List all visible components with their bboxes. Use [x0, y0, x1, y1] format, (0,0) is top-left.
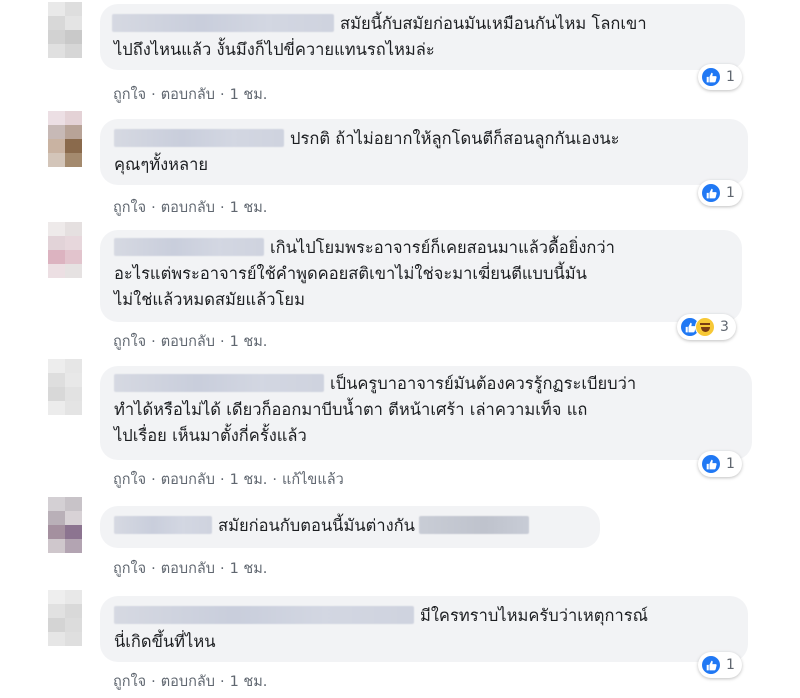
reaction-count: 3 [720, 319, 729, 335]
avatar[interactable] [48, 359, 82, 415]
separator: · [219, 200, 225, 216]
timestamp[interactable]: 1 ชม. [230, 200, 268, 216]
comment-actions: ถูกใจ · ตอบกลับ · 1 ชม. [113, 557, 267, 580]
commenter-name[interactable] [114, 516, 212, 534]
comment-bubble: สมัยก่อนกับตอนนี้มันต่างกัน [100, 506, 600, 548]
comment-actions: ถูกใจ · ตอบกลับ · 1 ชม. [113, 670, 267, 693]
avatar[interactable] [48, 497, 82, 553]
separator: · [219, 674, 225, 690]
like-link[interactable]: ถูกใจ [113, 472, 146, 488]
reaction-summary[interactable]: 1 [698, 451, 742, 477]
reply-link[interactable]: ตอบกลับ [161, 472, 215, 488]
like-link[interactable]: ถูกใจ [113, 674, 146, 690]
commenter-name[interactable] [114, 606, 414, 624]
comment-text-line: คุณๆทั้งหลาย [114, 155, 209, 174]
reaction-summary[interactable]: 1 [698, 180, 742, 206]
tagged-name[interactable] [418, 516, 529, 534]
separator: · [151, 561, 156, 577]
like-link[interactable]: ถูกใจ [113, 200, 146, 216]
separator: · [219, 334, 225, 350]
commenter-name[interactable] [114, 374, 324, 392]
comment-text-line: สมัยนี้กับสมัยก่อนมันเหมือนกันไหม โลกเขา [340, 14, 647, 33]
reaction-count: 1 [726, 456, 735, 472]
like-icon [701, 655, 721, 675]
comment-actions: ถูกใจ · ตอบกลับ · 1 ชม. · แก้ไขแล้ว [113, 468, 344, 491]
haha-icon [695, 317, 715, 337]
comment-bubble: สมัยนี้กับสมัยก่อนมันเหมือนกันไหม โลกเขา… [100, 4, 745, 70]
timestamp[interactable]: 1 ชม. [230, 674, 268, 690]
comment-text-line: อะไรแต่พระอาจารย์ใช้คำพูดคอยสติเขาไม่ใช่… [114, 264, 587, 283]
comment-text-line: สมัยก่อนกับตอนนี้มันต่างกัน [218, 516, 415, 535]
comment-text-line: ไม่ใช่แล้วหมดสมัยแล้วโยม [114, 290, 305, 309]
like-link[interactable]: ถูกใจ [113, 334, 146, 350]
separator: · [219, 561, 225, 577]
reaction-summary[interactable]: 3 [677, 314, 736, 340]
comment-bubble: ปรกติ ถ้าไม่อยากให้ลูกโดนตีก็สอนลูกกันเอ… [100, 119, 748, 185]
avatar[interactable] [48, 222, 82, 278]
comment-actions: ถูกใจ · ตอบกลับ · 1 ชม. [113, 330, 267, 353]
like-icon [701, 183, 721, 203]
comment-text-line: เกินไปโยมพระอาจารย์ก็เคยสอนมาแล้วดื้อยิ่… [270, 238, 615, 257]
comment-text-line: ไปถึงไหนแล้ว งั้นมึงก็ไปขี่ควายแทนรถไหมล… [114, 40, 435, 59]
reaction-count: 1 [726, 657, 735, 673]
reply-link[interactable]: ตอบกลับ [161, 200, 215, 216]
comment-bubble: เกินไปโยมพระอาจารย์ก็เคยสอนมาแล้วดื้อยิ่… [100, 230, 742, 322]
edited-label[interactable]: แก้ไขแล้ว [282, 472, 344, 488]
separator: · [151, 200, 156, 216]
separator: · [219, 87, 225, 103]
comment-actions: ถูกใจ · ตอบกลับ · 1 ชม. [113, 196, 267, 219]
separator: · [272, 472, 278, 488]
commenter-name[interactable] [112, 14, 334, 32]
separator: · [151, 674, 156, 690]
separator: · [151, 87, 156, 103]
comment-bubble: มีใครทราบไหมครับว่าเหตุการณ์ นี่เกิดขึ้น… [100, 596, 748, 662]
comment-actions: ถูกใจ · ตอบกลับ · 1 ชม. [113, 83, 267, 106]
separator: · [151, 334, 156, 350]
comment-text-line: ทำได้หรือไม่ได้ เดียวก็ออกมาบีบน้ำตา ตีห… [114, 400, 588, 419]
avatar[interactable] [48, 111, 82, 167]
avatar[interactable] [48, 590, 82, 646]
timestamp[interactable]: 1 ชม. [230, 561, 268, 577]
commenter-name[interactable] [114, 129, 284, 147]
comment-text-line: เป็นครูบาอาจารย์มันต้องควรรู้กฏระเบียบว่… [330, 374, 637, 393]
separator: · [151, 472, 156, 488]
like-link[interactable]: ถูกใจ [113, 87, 146, 103]
reply-link[interactable]: ตอบกลับ [161, 561, 215, 577]
avatar[interactable] [48, 2, 82, 58]
comment-text-line: มีใครทราบไหมครับว่าเหตุการณ์ [420, 606, 648, 625]
commenter-name[interactable] [114, 238, 264, 256]
timestamp[interactable]: 1 ชม. [230, 87, 268, 103]
comment-text-line: ไปเรื่อย เห็นมาตั้งกี่ครั้งแล้ว [114, 426, 307, 445]
timestamp[interactable]: 1 ชม. [230, 472, 268, 488]
reaction-summary[interactable]: 1 [698, 64, 742, 90]
comment-text-line: นี่เกิดขึ้นที่ไหน [114, 632, 216, 651]
separator: · [219, 472, 225, 488]
reaction-summary[interactable]: 1 [698, 652, 742, 678]
like-link[interactable]: ถูกใจ [113, 561, 146, 577]
reply-link[interactable]: ตอบกลับ [161, 334, 215, 350]
reaction-count: 1 [726, 69, 735, 85]
like-icon [701, 454, 721, 474]
comment-bubble: เป็นครูบาอาจารย์มันต้องควรรู้กฏระเบียบว่… [100, 366, 752, 460]
timestamp[interactable]: 1 ชม. [230, 334, 268, 350]
reply-link[interactable]: ตอบกลับ [161, 674, 215, 690]
reply-link[interactable]: ตอบกลับ [161, 87, 215, 103]
like-icon [701, 67, 721, 87]
comment-text-line: ปรกติ ถ้าไม่อยากให้ลูกโดนตีก็สอนลูกกันเอ… [290, 129, 620, 148]
reaction-count: 1 [726, 185, 735, 201]
